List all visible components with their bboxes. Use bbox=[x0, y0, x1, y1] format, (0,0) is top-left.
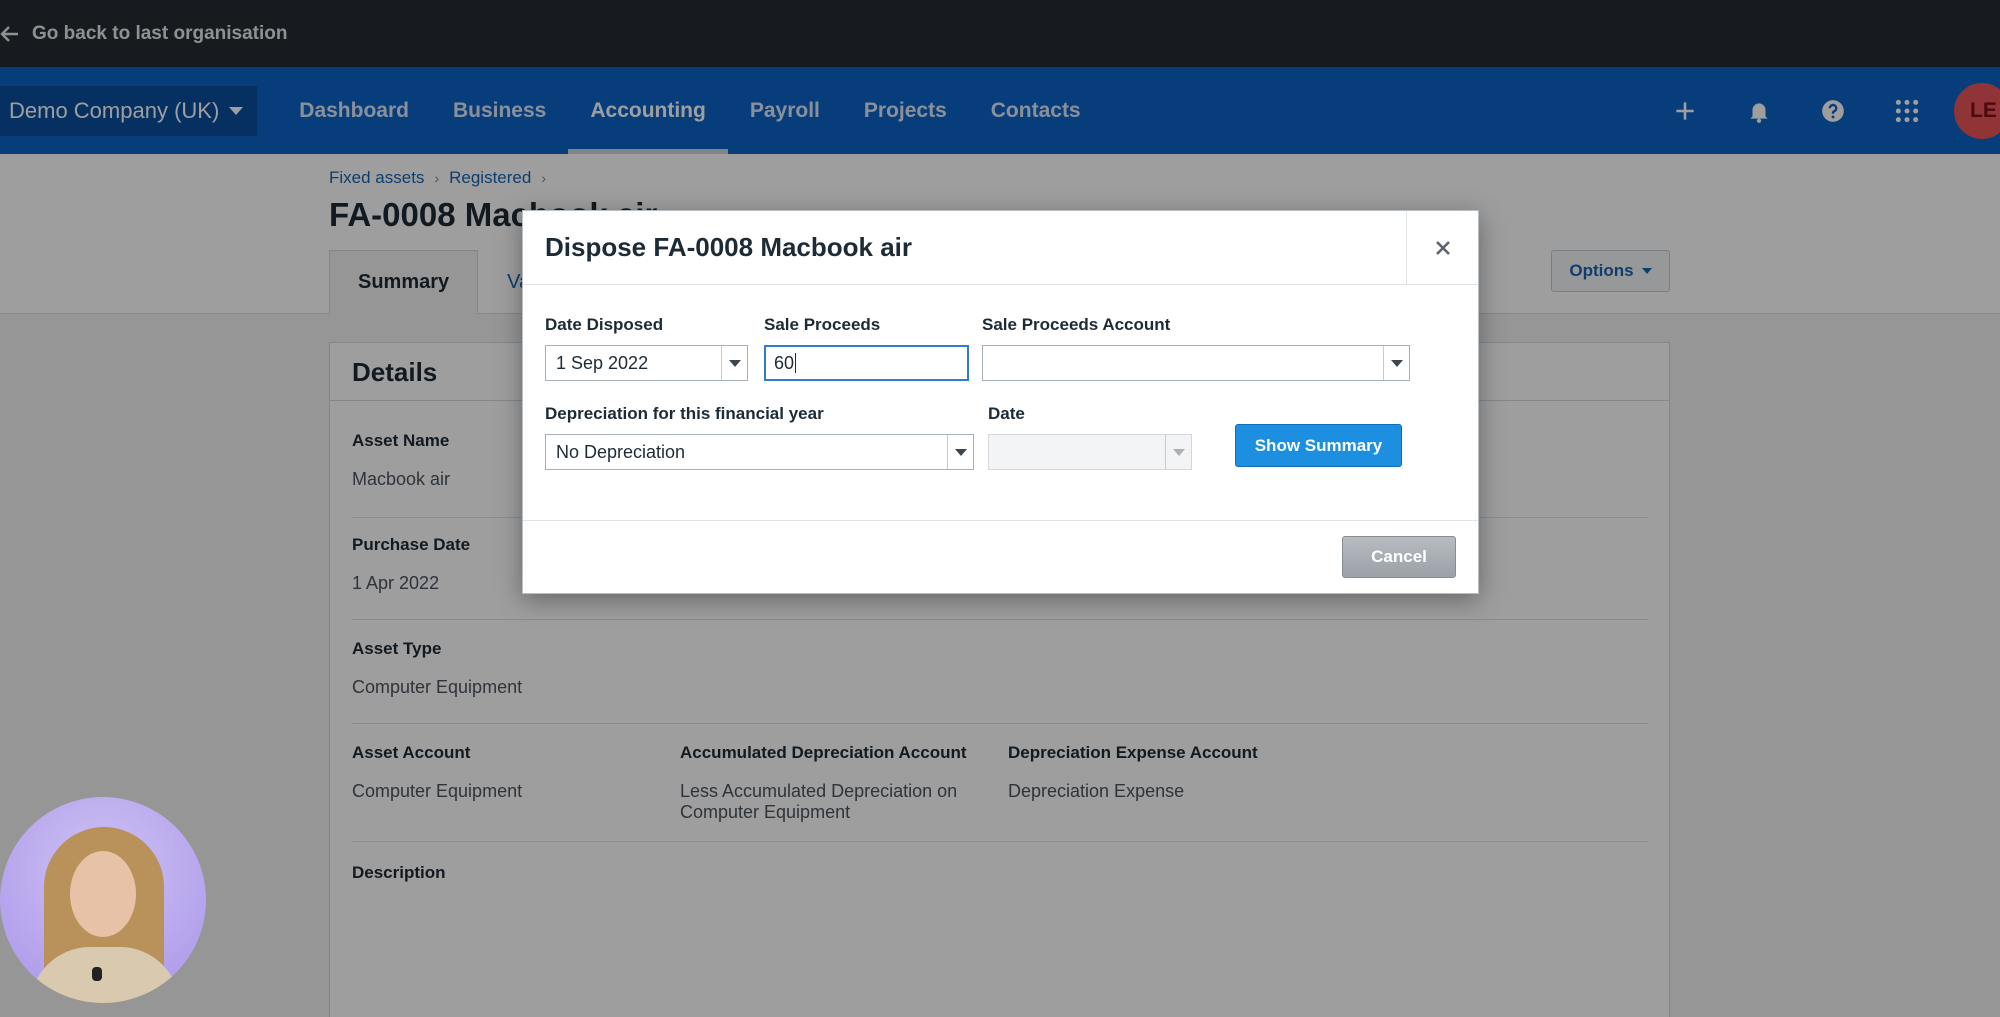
depreciation-year-label: Depreciation for this financial year bbox=[545, 404, 824, 423]
date-disposed-label: Date Disposed bbox=[545, 315, 664, 334]
date-disposed-value: 1 Sep 2022 bbox=[556, 352, 649, 373]
sale-proceeds-account-select[interactable] bbox=[982, 345, 1410, 381]
presenter-webcam-video bbox=[0, 797, 206, 1003]
dispose-asset-dialog: Dispose FA-0008 Macbook air Date Dispose… bbox=[522, 210, 1479, 594]
date-disposed-dropdown-button[interactable] bbox=[721, 346, 747, 380]
dialog-footer: Cancel bbox=[523, 520, 1478, 593]
depreciation-year-dropdown-button[interactable] bbox=[947, 435, 973, 469]
chevron-down-icon bbox=[1390, 359, 1403, 367]
text-cursor bbox=[795, 353, 797, 373]
depreciation-year-select[interactable]: No Depreciation bbox=[545, 434, 974, 470]
chevron-down-icon bbox=[954, 448, 967, 456]
sale-proceeds-account-dropdown-button[interactable] bbox=[1383, 346, 1409, 380]
sale-proceeds-label: Sale Proceeds bbox=[764, 315, 881, 334]
sale-proceeds-input[interactable]: 60 bbox=[764, 345, 969, 381]
chevron-down-icon bbox=[1172, 448, 1185, 456]
presenter-face bbox=[70, 851, 136, 937]
sale-proceeds-value: 60 bbox=[774, 352, 795, 373]
chevron-down-icon bbox=[728, 359, 741, 367]
cancel-button[interactable]: Cancel bbox=[1342, 536, 1456, 578]
show-summary-button[interactable]: Show Summary bbox=[1235, 424, 1402, 467]
dialog-title: Dispose FA-0008 Macbook air bbox=[545, 232, 913, 262]
date-disposed-picker[interactable]: 1 Sep 2022 bbox=[545, 345, 748, 381]
depreciation-date-picker bbox=[988, 434, 1192, 470]
depreciation-date-dropdown-button bbox=[1165, 435, 1191, 469]
dialog-header: Dispose FA-0008 Macbook air bbox=[523, 211, 1478, 285]
close-icon bbox=[1435, 241, 1450, 255]
depreciation-year-value: No Depreciation bbox=[556, 441, 686, 462]
sale-proceeds-account-label: Sale Proceeds Account bbox=[982, 315, 1171, 334]
microphone-icon bbox=[92, 967, 102, 981]
date-label: Date bbox=[988, 404, 1025, 423]
close-button[interactable] bbox=[1406, 211, 1478, 285]
